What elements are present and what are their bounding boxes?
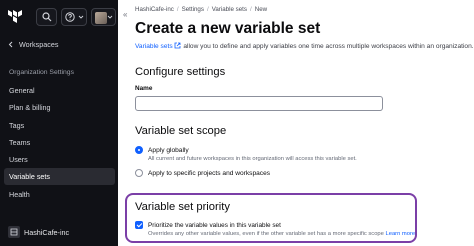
- configure-settings-heading: Configure settings: [135, 66, 226, 78]
- apply-globally-option[interactable]: Apply globally: [135, 146, 189, 154]
- help-icon: [65, 12, 75, 22]
- sidebar-item-general[interactable]: General: [4, 82, 115, 99]
- name-label: Name: [135, 85, 153, 92]
- sidebar-item-variable-sets[interactable]: Variable sets: [4, 168, 115, 186]
- prioritize-help: Overrides any other variable values, eve…: [148, 231, 415, 237]
- org-name: HashiCafe-inc: [24, 227, 70, 237]
- description-text: allow you to define and apply variables …: [181, 43, 474, 50]
- org-switcher[interactable]: HashiCafe-inc: [5, 223, 113, 241]
- variable-set-priority-heading: Variable set priority: [135, 201, 230, 213]
- back-to-workspaces-link[interactable]: Workspaces: [8, 40, 58, 49]
- sidebar-item-plan-billing[interactable]: Plan & billing: [4, 99, 115, 116]
- page-description: Variable sets allow you to define and ap…: [135, 42, 474, 50]
- prioritize-checkbox[interactable]: [135, 221, 143, 229]
- breadcrumb-current: New: [254, 6, 268, 13]
- sidebar-item-users[interactable]: Users: [4, 151, 115, 168]
- terraform-logo-icon[interactable]: [8, 9, 23, 25]
- sidebar-item-health[interactable]: Health: [4, 186, 115, 203]
- apply-specific-option[interactable]: Apply to specific projects and workspace…: [135, 169, 270, 177]
- breadcrumb-org[interactable]: HashiCafe-inc: [135, 6, 174, 13]
- page-title: Create a new variable set: [135, 20, 321, 37]
- breadcrumb-variable-sets[interactable]: Variable sets: [212, 6, 247, 13]
- collapse-sidebar-icon[interactable]: «: [123, 10, 127, 19]
- sidebar-topbar: [0, 0, 118, 34]
- org-icon: [8, 226, 20, 238]
- sidebar-item-tags[interactable]: Tags: [4, 117, 115, 134]
- sidebar: Workspaces Organization Settings General…: [0, 0, 118, 246]
- breadcrumb-settings[interactable]: Settings: [182, 6, 204, 13]
- search-button[interactable]: [36, 8, 57, 26]
- main-content: « HashiCafe-inc / Settings / Variable sets / N…: [118, 0, 474, 246]
- apply-globally-help: All current and future workspaces in thi…: [148, 156, 357, 162]
- apply-globally-radio[interactable]: [135, 146, 143, 154]
- breadcrumb: HashiCafe-inc / Settings / Variable sets / New: [135, 6, 268, 13]
- org-settings-heading: Organization Settings: [9, 69, 74, 76]
- workspaces-label: Workspaces: [19, 40, 59, 49]
- chevron-left-icon: [8, 41, 13, 48]
- apply-globally-label: Apply globally: [148, 146, 189, 154]
- chevron-down-icon: [107, 15, 113, 19]
- prioritize-option[interactable]: Prioritize the variable values in this v…: [135, 221, 281, 229]
- settings-nav: General Plan & billing Tags Teams Users …: [4, 82, 115, 203]
- chevron-down-icon: [78, 15, 84, 19]
- prioritize-label: Prioritize the variable values in this v…: [148, 221, 281, 229]
- apply-specific-label: Apply to specific projects and workspace…: [148, 169, 271, 177]
- apply-specific-radio[interactable]: [135, 169, 143, 177]
- sidebar-item-teams[interactable]: Teams: [4, 134, 115, 151]
- learn-more-link[interactable]: Learn more: [386, 231, 416, 237]
- user-menu-button[interactable]: [91, 8, 116, 26]
- avatar: [95, 12, 107, 24]
- name-input[interactable]: [135, 96, 383, 111]
- help-menu-button[interactable]: [61, 8, 87, 26]
- prioritize-help-text: Overrides any other variable values, eve…: [148, 231, 384, 237]
- variable-set-scope-heading: Variable set scope: [135, 125, 227, 137]
- variable-sets-doc-link[interactable]: Variable sets: [135, 43, 173, 50]
- search-icon: [42, 12, 52, 22]
